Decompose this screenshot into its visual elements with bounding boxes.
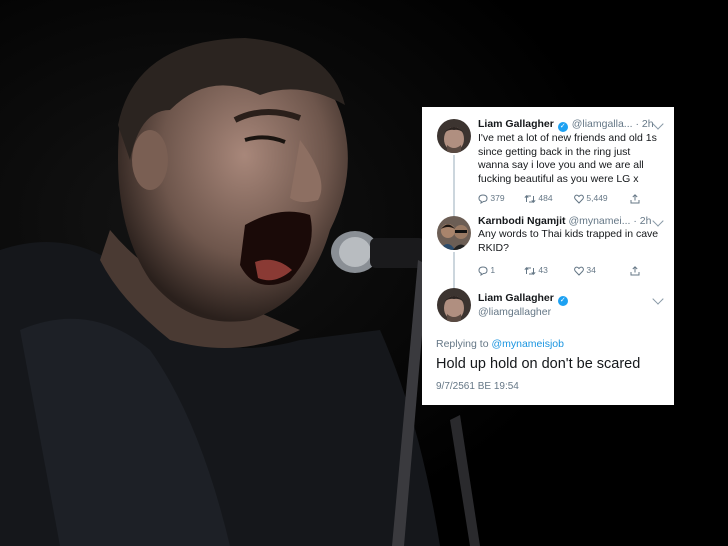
share-icon	[630, 193, 640, 204]
reply-button[interactable]: 379	[478, 193, 505, 204]
thread-line	[453, 155, 455, 216]
display-name[interactable]: Karnbodi Ngamjit	[478, 215, 566, 227]
like-icon	[574, 266, 584, 276]
replying-to: Replying to @mynameisjob	[436, 338, 564, 350]
avatar[interactable]	[437, 216, 471, 250]
tweet-text: Any words to Thai kids trapped in cave R…	[478, 228, 659, 254]
thread-line	[453, 252, 455, 288]
retweet-count: 484	[538, 193, 553, 203]
tweet-text: I've met a lot of new friends and old 1s…	[478, 132, 657, 185]
handle[interactable]: @liamgallagher	[478, 306, 551, 319]
retweet-count: 43	[538, 265, 548, 275]
retweet-button[interactable]: 484	[524, 193, 553, 204]
retweet-button[interactable]: 43	[524, 265, 548, 276]
avatar[interactable]	[437, 288, 471, 322]
chevron-down-icon[interactable]	[652, 215, 664, 227]
share-icon	[630, 265, 640, 276]
chevron-down-icon[interactable]	[652, 293, 664, 305]
share-button[interactable]	[630, 193, 640, 204]
like-button[interactable]: 34	[574, 265, 596, 276]
display-name[interactable]: Liam Gallagher	[478, 292, 554, 304]
like-icon	[574, 194, 584, 204]
tweet-date[interactable]: 9/7/2561 BE 19:54	[436, 381, 519, 392]
tweet-header: Karnbodi Ngamjit @mynamei... · 2h	[478, 215, 651, 228]
verified-icon: ✓	[557, 296, 568, 306]
reply-count: 379	[490, 193, 505, 203]
tweet-header: Liam Gallagher ✓	[478, 292, 569, 306]
timestamp[interactable]: · 2h	[633, 215, 651, 227]
avatar[interactable]	[437, 119, 471, 153]
like-button[interactable]: 5,449	[574, 193, 608, 204]
display-name[interactable]: Liam Gallagher	[478, 118, 554, 130]
handle[interactable]: @liamgalla...	[572, 118, 633, 130]
chevron-down-icon[interactable]	[652, 118, 664, 130]
retweet-icon	[524, 194, 536, 203]
reply-count: 1	[490, 265, 496, 275]
share-button[interactable]	[630, 265, 640, 276]
replying-label: Replying to	[436, 338, 489, 350]
tweet-header: Liam Gallagher ✓ @liamgalla... · 2h	[478, 118, 654, 132]
timestamp[interactable]: · 2h	[635, 118, 653, 130]
replying-to-link[interactable]: @mynameisjob	[491, 338, 564, 350]
verified-icon: ✓	[557, 122, 568, 132]
retweet-icon	[524, 266, 536, 275]
like-count: 5,449	[586, 193, 608, 203]
tweet-2[interactable]: Karnbodi Ngamjit @mynamei... · 2h Any wo…	[422, 209, 674, 285]
reply-icon	[478, 266, 488, 276]
tweet-card: Liam Gallagher ✓ @liamgalla... · 2h I've…	[422, 107, 674, 405]
main-tweet-text: Hold up hold on don't be scared	[436, 356, 641, 372]
reply-button[interactable]: 1	[478, 265, 495, 276]
reply-icon	[478, 194, 488, 204]
handle[interactable]: @mynamei...	[568, 215, 630, 227]
tweet-1[interactable]: Liam Gallagher ✓ @liamgalla... · 2h I've…	[422, 107, 674, 209]
like-count: 34	[586, 265, 596, 275]
